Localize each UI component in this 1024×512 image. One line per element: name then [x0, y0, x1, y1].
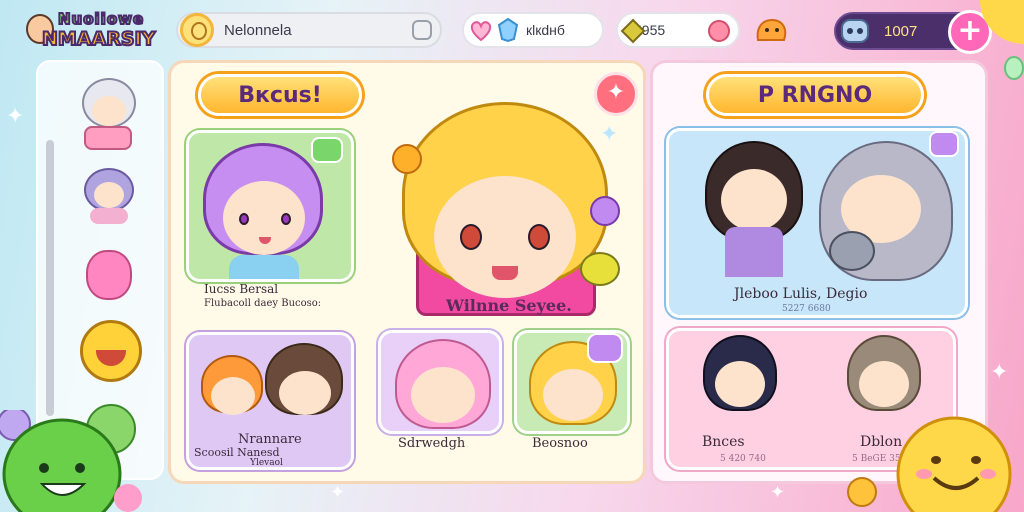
- ranking-bottom-sub-left: 5 420 740: [720, 454, 766, 464]
- ranking-title-button[interactable]: P RNGNO: [706, 74, 924, 116]
- camera-icon: [829, 231, 875, 271]
- card-purple-label-2: Flubacoll daey Bucoso:: [204, 298, 322, 309]
- ranking-top-label: Jleboo Lulis, Degio: [734, 286, 868, 302]
- logo-line-2: NMAARSIY: [41, 27, 156, 51]
- coins-counter[interactable]: 1007 +: [834, 10, 992, 54]
- robot-mascot-icon: [841, 19, 869, 43]
- card-duo-label-3: Ylevaol: [250, 458, 283, 468]
- hearts-counter[interactable]: кlкdнб: [462, 12, 604, 48]
- decor-bubble: [1004, 56, 1024, 80]
- ranking-top-sub: 5227 6680: [782, 304, 831, 314]
- sidebar-scrollbar[interactable]: [46, 140, 54, 416]
- coins-value: 1007: [884, 22, 918, 40]
- logo-line-1: Nuoiiowe: [57, 9, 145, 29]
- edit-profile-icon[interactable]: [412, 20, 432, 40]
- yellow-smiley-mascot-icon: [847, 416, 1012, 512]
- flower-icon: [590, 196, 620, 226]
- heart-badge-icon: [587, 333, 623, 363]
- ranking-bottom-label-left: Bnces: [702, 434, 745, 450]
- cat-mascot-icon: [756, 18, 787, 41]
- heart-badge-icon: [929, 131, 959, 157]
- card-duo-label-1: Nrannare: [238, 432, 302, 447]
- player-avatar[interactable]: [180, 13, 214, 47]
- game-logo: Nuoiiowe NMAARSIY: [22, 8, 162, 60]
- candy-icon: [708, 20, 730, 42]
- tag-icon: [311, 137, 343, 163]
- player-profile-bar[interactable]: Nelonnela: [176, 12, 442, 48]
- hearts-value: кlкdнб: [526, 22, 565, 38]
- card-pink-label: Sdrwedgh: [398, 436, 466, 451]
- character-card-purple[interactable]: [186, 130, 354, 282]
- card-blonde-label: Beosnoo: [532, 436, 588, 451]
- sparkle-icon: ✦: [770, 482, 786, 503]
- green-blob-mascot-icon: [0, 410, 142, 512]
- featured-character-label: Wilnne Seyee.: [446, 296, 572, 315]
- flower-icon: [392, 144, 422, 174]
- featured-character[interactable]: [380, 96, 632, 322]
- smiley-icon: [580, 252, 620, 286]
- shield-icon: [497, 17, 519, 43]
- sidebar-item-pink-creature[interactable]: [84, 244, 136, 304]
- sparkle-icon: ✦: [330, 482, 346, 503]
- sparkle-icon: ✦: [600, 122, 619, 147]
- sidebar-item-yellow-creature[interactable]: [76, 316, 146, 388]
- player-name: Nelonnela: [224, 21, 292, 39]
- character-card-blonde[interactable]: [514, 330, 630, 434]
- sidebar-item-silver-girl[interactable]: [76, 78, 144, 152]
- sparkle-icon: ✦: [990, 360, 1009, 385]
- sparkle-icon: ✦: [6, 104, 25, 129]
- sidebar-item-lavender-girl[interactable]: [80, 164, 140, 226]
- gem-icon: [620, 18, 646, 44]
- heart-icon: [470, 21, 492, 42]
- card-purple-label-1: Iucss Bersal: [204, 282, 279, 296]
- character-card-pink[interactable]: [378, 330, 502, 434]
- gems-counter[interactable]: 5955: [616, 12, 740, 48]
- main-panel-title-button[interactable]: Bксus!: [198, 74, 362, 116]
